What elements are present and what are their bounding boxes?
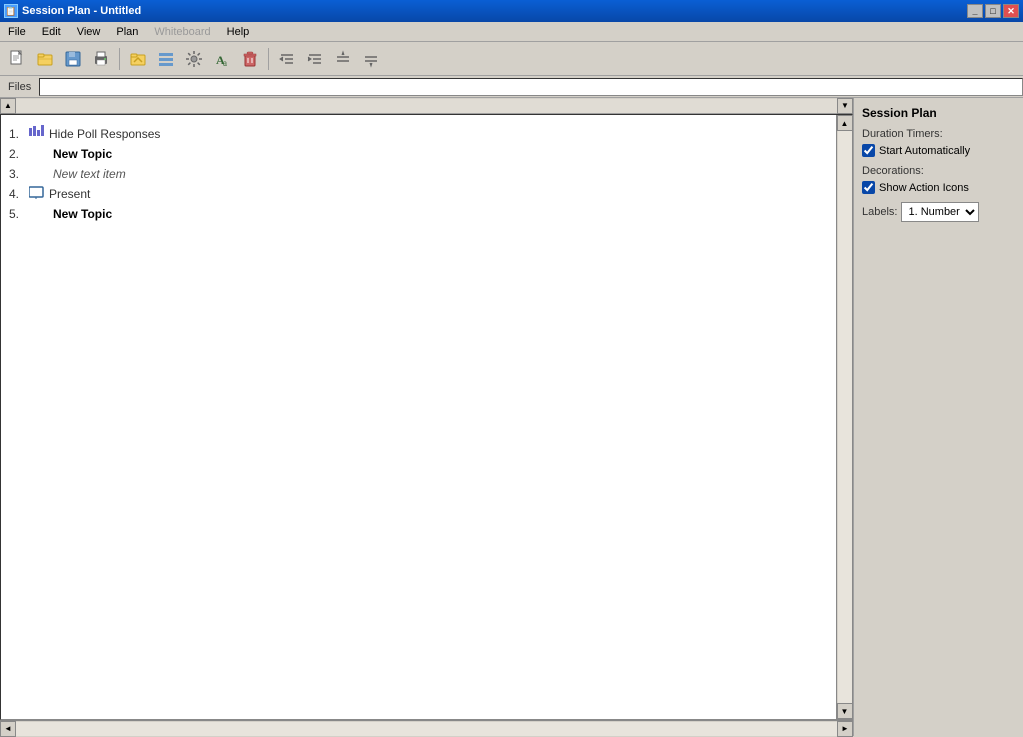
menu-item-whiteboard: Whiteboard <box>146 24 218 40</box>
text-format-button[interactable]: Aa <box>209 46 235 72</box>
item-text-1: New Topic <box>53 147 112 161</box>
menu-item-help[interactable]: Help <box>219 24 258 40</box>
move-down-button[interactable] <box>358 46 384 72</box>
menu-item-file[interactable]: File <box>0 24 34 40</box>
minimize-button[interactable]: _ <box>967 4 983 18</box>
move-up-button[interactable] <box>330 46 356 72</box>
settings-button[interactable] <box>181 46 207 72</box>
show-action-icons-row: Show Action Icons <box>862 181 1015 194</box>
menu-item-edit[interactable]: Edit <box>34 24 69 40</box>
session-item-1[interactable]: 2. New Topic <box>5 144 832 164</box>
show-action-icons-label: Show Action Icons <box>879 182 969 194</box>
open-folder-button[interactable] <box>125 46 151 72</box>
files-label: Files <box>0 81 39 93</box>
start-automatically-label: Start Automatically <box>879 145 970 157</box>
item-number-1: 2. <box>9 147 29 161</box>
h-scroll-track[interactable] <box>16 722 837 736</box>
save-button[interactable] <box>60 46 86 72</box>
top-scrollbar: ▲ ▼ <box>0 98 853 114</box>
window-title: Session Plan - Untitled <box>22 5 141 17</box>
item-text-4: New Topic <box>53 207 112 221</box>
indent-increase-button[interactable] <box>302 46 328 72</box>
main-area: ▲ ▼ 1. Hide Poll Responses 2. New Topic 3. Ne… <box>0 98 1023 736</box>
labels-row: Labels: 1. Number A. Letter None <box>862 202 1015 222</box>
scroll-down-btn[interactable]: ▼ <box>837 703 853 719</box>
session-item-2[interactable]: 3. New text item <box>5 164 832 184</box>
item-number-2: 3. <box>9 167 29 181</box>
item-text-3: Present <box>49 187 90 201</box>
start-automatically-checkbox[interactable] <box>862 144 875 157</box>
labels-select[interactable]: 1. Number A. Letter None <box>901 202 979 222</box>
content-wrapper: ▲ ▼ 1. Hide Poll Responses 2. New Topic 3. Ne… <box>0 98 853 736</box>
files-content[interactable] <box>39 78 1023 96</box>
show-action-icons-checkbox[interactable] <box>862 181 875 194</box>
new-file-button[interactable] <box>4 46 30 72</box>
duration-timers-label: Duration Timers: <box>862 128 1015 140</box>
item-text-2: New text item <box>53 167 126 181</box>
horizontal-scrollbar: ◄ ► <box>0 720 853 736</box>
svg-text:a: a <box>223 58 227 68</box>
decorations-label: Decorations: <box>862 165 1015 177</box>
files-bar: Files <box>0 76 1023 98</box>
scroll-up-arrow[interactable]: ▲ <box>0 98 16 114</box>
item-number-0: 1. <box>9 127 29 141</box>
toolbar: Aa <box>0 42 1023 76</box>
print-button[interactable] <box>88 46 114 72</box>
scroll-thumb[interactable] <box>838 131 852 703</box>
scroll-left-btn[interactable]: ◄ <box>0 721 16 737</box>
delete-button[interactable] <box>237 46 263 72</box>
right-panel-title: Session Plan <box>862 106 1015 120</box>
session-item-3[interactable]: 4. Present <box>5 184 832 204</box>
close-button[interactable]: ✕ <box>1003 4 1019 18</box>
app-icon: 📋 <box>4 4 18 18</box>
item-number-4: 5. <box>9 207 29 221</box>
right-panel: Session Plan Duration Timers: Start Auto… <box>853 98 1023 736</box>
list-view-button[interactable] <box>153 46 179 72</box>
vertical-scrollbar: ▲ ▼ <box>836 115 852 719</box>
scroll-up-btn[interactable]: ▲ <box>837 115 853 131</box>
session-list: 1. Hide Poll Responses 2. New Topic 3. New te… <box>1 115 836 232</box>
scroll-track[interactable] <box>16 99 837 113</box>
content-area: 1. Hide Poll Responses 2. New Topic 3. New te… <box>0 114 853 720</box>
session-item-4[interactable]: 5. New Topic <box>5 204 832 224</box>
indent-decrease-button[interactable] <box>274 46 300 72</box>
scroll-down-arrow[interactable]: ▼ <box>837 98 853 114</box>
menu-item-plan[interactable]: Plan <box>108 24 146 40</box>
menu-bar: FileEditViewPlanWhiteboardHelp <box>0 22 1023 42</box>
present-icon <box>29 186 45 202</box>
labels-label: Labels: <box>862 206 897 218</box>
title-bar: 📋 Session Plan - Untitled _ □ ✕ <box>0 0 1023 22</box>
maximize-button[interactable]: □ <box>985 4 1001 18</box>
menu-item-view[interactable]: View <box>69 24 109 40</box>
start-automatically-row: Start Automatically <box>862 144 1015 157</box>
item-number-3: 4. <box>9 187 29 201</box>
session-item-0[interactable]: 1. Hide Poll Responses <box>5 123 832 144</box>
poll-icon <box>29 125 45 142</box>
item-text-0: Hide Poll Responses <box>49 127 160 141</box>
scroll-right-btn[interactable]: ► <box>837 721 853 737</box>
open-button[interactable] <box>32 46 58 72</box>
